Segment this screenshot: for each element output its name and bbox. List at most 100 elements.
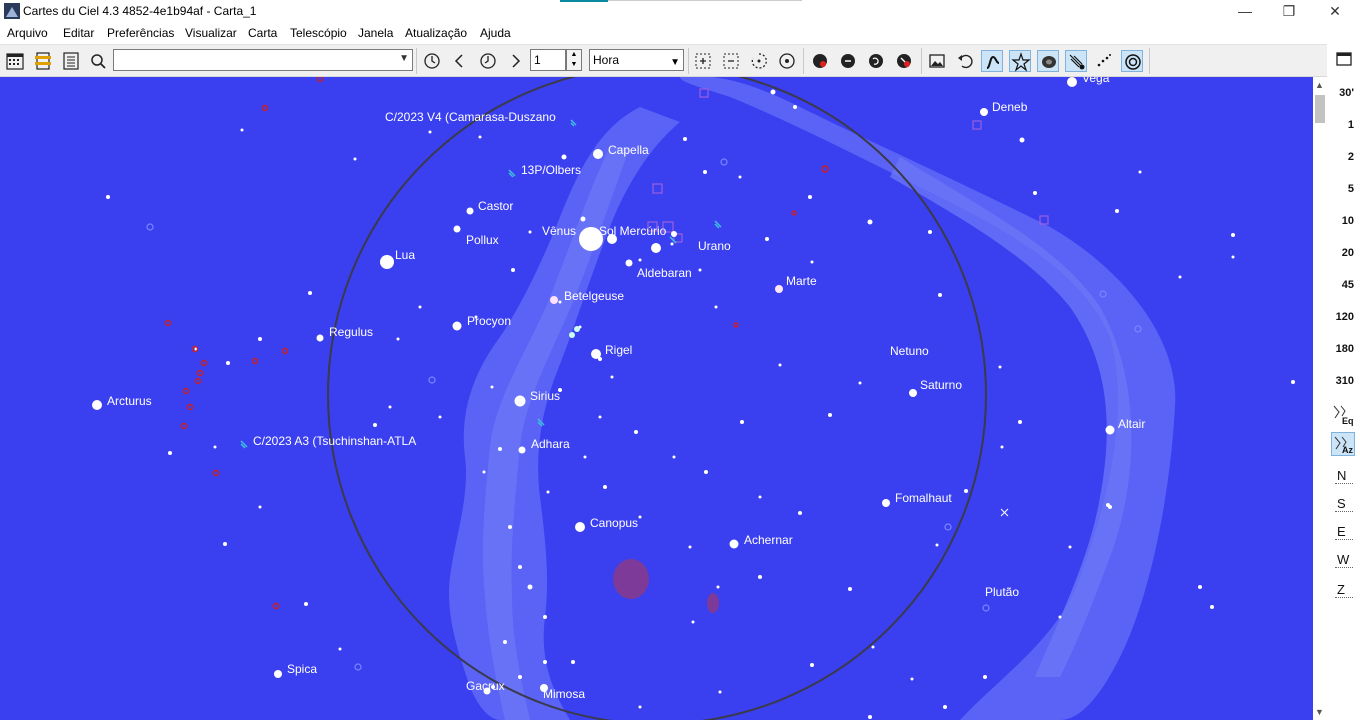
north-view-button[interactable]: N: [1334, 468, 1354, 484]
mirror-view-icon[interactable]: [809, 50, 831, 72]
planet-icon[interactable]: [1121, 50, 1143, 72]
close-button[interactable]: ✕: [1312, 0, 1358, 22]
label-rigel[interactable]: Rigel: [605, 343, 632, 357]
label-marte[interactable]: Marte: [786, 274, 817, 288]
fov-45-button[interactable]: 45: [1342, 279, 1354, 291]
rotate-view-icon[interactable]: [865, 50, 887, 72]
label-achernar[interactable]: Achernar: [744, 533, 793, 547]
menu-carta[interactable]: Carta: [248, 26, 277, 40]
menu-preferencias[interactable]: Preferências: [107, 26, 174, 40]
center-target-icon[interactable]: [776, 50, 798, 72]
fov-10-button[interactable]: 10: [1342, 215, 1354, 227]
sky-map[interactable]: [0, 77, 1313, 720]
label-adhara[interactable]: Adhara: [531, 437, 570, 451]
label-pollux[interactable]: Pollux: [466, 233, 499, 247]
nebula-icon[interactable]: [1037, 50, 1059, 72]
label-plutao[interactable]: Plutão: [985, 585, 1019, 599]
east-view-button[interactable]: E: [1335, 524, 1353, 540]
label-castor[interactable]: Castor: [478, 199, 513, 213]
fov-5-button[interactable]: 5: [1348, 183, 1354, 195]
label-netuno[interactable]: Netuno: [890, 344, 929, 358]
flip-view-icon[interactable]: [837, 50, 859, 72]
label-altair[interactable]: Altair: [1118, 417, 1145, 431]
aldebaran-star: [625, 259, 633, 267]
maximize-button[interactable]: ❐: [1266, 0, 1312, 22]
label-urano[interactable]: Urano: [698, 239, 731, 253]
comet-icon[interactable]: [1065, 50, 1087, 72]
label-procyon[interactable]: Procyon: [467, 314, 511, 328]
calendar-icon[interactable]: [4, 50, 26, 72]
south-view-button[interactable]: S: [1335, 496, 1353, 512]
sky-chart[interactable]: Vega Deneb C/2023 V4 (Camarasa-Duszano C…: [0, 77, 1313, 720]
menu-janela[interactable]: Janela: [358, 26, 393, 40]
rotate-icon[interactable]: [748, 50, 770, 72]
menu-visualizar[interactable]: Visualizar: [185, 26, 237, 40]
label-spica[interactable]: Spica: [287, 662, 317, 676]
time-step-input[interactable]: 1: [530, 49, 566, 71]
menu-telescopio[interactable]: Telescópio: [290, 26, 347, 40]
label-sol-mercurio[interactable]: Sol Mercúrio: [599, 224, 666, 238]
menu-editar[interactable]: Editar: [63, 26, 94, 40]
chevron-down-icon[interactable]: ▼: [670, 53, 680, 73]
label-canopus[interactable]: Canopus: [590, 516, 638, 530]
equatorial-projection-button[interactable]: Eq: [1331, 402, 1355, 426]
object-list-icon[interactable]: [60, 50, 82, 72]
label-capella[interactable]: Capella: [608, 143, 649, 157]
time-back-icon[interactable]: [449, 50, 471, 72]
constellation-lines-icon[interactable]: [981, 50, 1003, 72]
minimize-button[interactable]: —: [1222, 0, 1268, 22]
label-sirius[interactable]: Sirius: [530, 389, 560, 403]
undo-icon[interactable]: [954, 50, 976, 72]
scroll-up-icon[interactable]: ▲: [1315, 80, 1324, 90]
scroll-thumb[interactable]: [1315, 95, 1325, 123]
fov-180-button[interactable]: 180: [1336, 343, 1354, 355]
label-comet-v4[interactable]: C/2023 V4 (Camarasa-Duszano: [385, 110, 556, 124]
panel-toggle-icon[interactable]: [1336, 51, 1352, 67]
menu-atualizacao[interactable]: Atualização: [405, 26, 467, 40]
label-regulus[interactable]: Regulus: [329, 325, 373, 339]
zoom-out-icon[interactable]: [720, 50, 742, 72]
label-venus[interactable]: Vênus: [542, 224, 576, 238]
label-lua[interactable]: Lua: [395, 248, 415, 262]
menu-arquivo[interactable]: Arquivo: [7, 26, 48, 40]
search-combo[interactable]: ▼: [113, 49, 413, 71]
time-step-spinner[interactable]: ▲ ▼: [566, 49, 582, 71]
clock-icon[interactable]: [421, 50, 443, 72]
time-forward-icon[interactable]: [504, 50, 526, 72]
menu-ajuda[interactable]: Ajuda: [480, 26, 511, 40]
time-now-icon[interactable]: [477, 50, 499, 72]
label-comet-13p[interactable]: 13P/Olbers: [521, 163, 581, 177]
fov-1-button[interactable]: 1: [1348, 119, 1354, 131]
west-view-button[interactable]: W: [1334, 552, 1354, 568]
reset-view-icon[interactable]: [893, 50, 915, 72]
config-icon[interactable]: [32, 50, 54, 72]
azimuthal-projection-button[interactable]: Az: [1331, 432, 1355, 456]
label-comet-a3[interactable]: C/2023 A3 (Tsuchinshan-ATLA: [253, 434, 416, 448]
label-fomalhaut[interactable]: Fomalhaut: [895, 491, 952, 505]
label-deneb[interactable]: Deneb: [992, 100, 1027, 114]
label-arcturus[interactable]: Arcturus: [107, 394, 152, 408]
fov-30min-button[interactable]: 30': [1339, 87, 1354, 99]
star-icon[interactable]: [1009, 50, 1031, 72]
vertical-scrollbar[interactable]: ▲ ▼: [1313, 77, 1327, 720]
label-saturno[interactable]: Saturno: [920, 378, 962, 392]
pollux-star: [453, 225, 461, 233]
fov-120-button[interactable]: 120: [1336, 311, 1354, 323]
label-aldebaran[interactable]: Aldebaran: [637, 266, 692, 280]
fov-310-button[interactable]: 310: [1336, 375, 1354, 387]
label-betelgeuse[interactable]: Betelgeuse: [564, 289, 624, 303]
scroll-down-icon[interactable]: ▼: [1315, 707, 1324, 717]
fov-20-button[interactable]: 20: [1342, 247, 1354, 259]
fov-2-button[interactable]: 2: [1348, 151, 1354, 163]
image-icon[interactable]: [926, 50, 948, 72]
label-mimosa[interactable]: Mimosa: [543, 687, 585, 701]
label-gacrux[interactable]: Gacrux: [466, 679, 505, 693]
chevron-down-icon[interactable]: ▼: [399, 53, 409, 64]
search-icon[interactable]: [87, 50, 109, 72]
time-unit-select[interactable]: Hora ▼: [589, 49, 684, 71]
label-vega[interactable]: Vega: [1082, 77, 1109, 85]
procyon-star: [452, 321, 462, 331]
asteroid-icon[interactable]: [1093, 50, 1115, 72]
zoom-in-icon[interactable]: [692, 50, 714, 72]
zenith-view-button[interactable]: Z: [1335, 582, 1353, 598]
